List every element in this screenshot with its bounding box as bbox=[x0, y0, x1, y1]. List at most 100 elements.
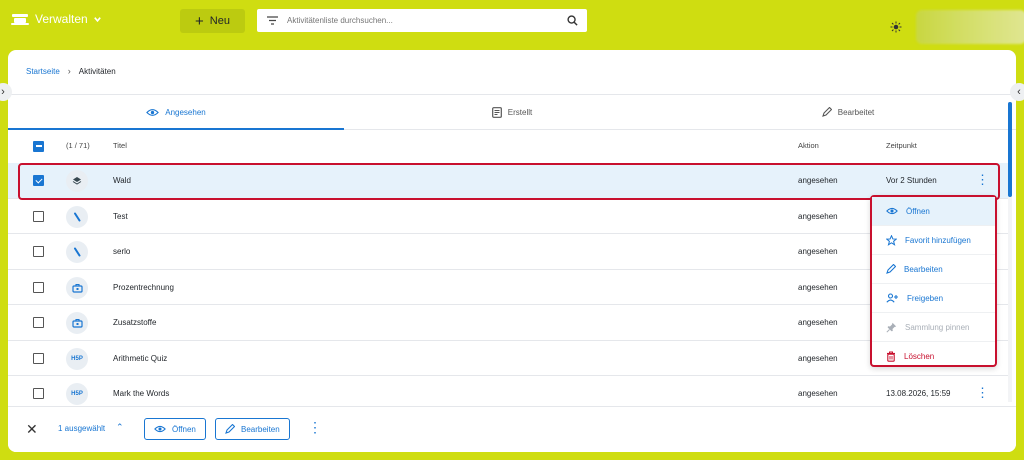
manage-label: Verwalten bbox=[35, 12, 88, 26]
pen-icon bbox=[66, 205, 88, 228]
row-title: serlo bbox=[113, 247, 131, 256]
close-icon[interactable]: ✕ bbox=[26, 421, 38, 438]
search-box[interactable] bbox=[257, 9, 587, 32]
eye-icon bbox=[886, 207, 898, 215]
menu-item-label: Sammlung pinnen bbox=[905, 322, 970, 332]
top-bar: Verwalten + Neu bbox=[0, 0, 1024, 44]
edit-button[interactable]: Bearbeiten bbox=[215, 418, 290, 440]
row-checkbox[interactable] bbox=[33, 352, 44, 364]
more-options-icon[interactable]: ⋮ bbox=[308, 419, 322, 436]
toolbox-icon bbox=[66, 312, 88, 334]
table-row[interactable]: H5P Arithmetic Quiz angesehen bbox=[8, 341, 1008, 376]
row-action: angesehen bbox=[798, 211, 838, 221]
column-title[interactable]: Titel bbox=[113, 141, 127, 150]
menu-item-label: Freigeben bbox=[907, 293, 944, 303]
row-action: angesehen bbox=[798, 282, 838, 292]
menu-item-open[interactable]: Öffnen bbox=[872, 197, 995, 226]
toolbox-icon bbox=[66, 276, 88, 299]
row-action: angesehen bbox=[798, 247, 838, 256]
row-checkbox[interactable] bbox=[33, 317, 44, 328]
pencil-icon bbox=[886, 264, 896, 274]
chevron-up-icon[interactable]: ⌃ bbox=[116, 422, 124, 433]
table-row[interactable]: Test angesehen bbox=[8, 199, 1008, 234]
menu-item-label: Öffnen bbox=[906, 206, 930, 216]
table-header: (1 / 71) Titel Aktion Zeitpunkt bbox=[8, 132, 1008, 160]
activity-tabs: Angesehen Erstellt Bearbeitet bbox=[8, 94, 1016, 130]
row-title: Arithmetic Quiz bbox=[113, 353, 168, 363]
eye-icon bbox=[154, 425, 166, 433]
table-row[interactable]: Prozentrechnung angesehen bbox=[8, 270, 1008, 305]
scrollbar[interactable] bbox=[1008, 102, 1012, 402]
menu-item-share[interactable]: Freigeben bbox=[872, 284, 995, 313]
trash-icon bbox=[887, 351, 895, 362]
table-row[interactable]: Zusatzstoffe angesehen bbox=[8, 305, 1008, 341]
breadcrumb-home-link[interactable]: Startseite bbox=[26, 67, 60, 76]
h5p-icon: H5P bbox=[66, 347, 88, 370]
menu-item-label: Löschen bbox=[904, 352, 935, 361]
menu-item-label: Favorit hinzufügen bbox=[905, 235, 971, 245]
row-checkbox[interactable] bbox=[33, 210, 44, 222]
filter-icon[interactable] bbox=[257, 16, 287, 25]
main-panel: Startseite › Aktivitäten Angesehen Erste… bbox=[8, 50, 1016, 452]
activity-list: Wald angesehen Vor 2 Stunden ⋮ Test ange… bbox=[8, 163, 1008, 412]
tab-created[interactable]: Erstellt bbox=[344, 95, 680, 129]
tab-edited-label: Bearbeitet bbox=[837, 107, 875, 117]
row-action: angesehen bbox=[798, 318, 838, 327]
pencil-icon bbox=[821, 107, 832, 117]
breadcrumb-separator-icon: › bbox=[67, 66, 71, 76]
row-context-menu: Öffnen Favorit hinzufügen Bearbeiten Fre… bbox=[870, 195, 997, 367]
row-checkbox[interactable] bbox=[33, 388, 44, 399]
user-avatar[interactable] bbox=[916, 10, 1024, 44]
row-title: Test bbox=[113, 211, 128, 221]
menu-item-pin-collection: Sammlung pinnen bbox=[872, 313, 995, 342]
column-action[interactable]: Aktion bbox=[798, 141, 819, 150]
search-icon[interactable] bbox=[557, 15, 587, 26]
document-icon bbox=[491, 106, 502, 118]
open-button[interactable]: Öffnen bbox=[144, 418, 206, 440]
row-time: 13.08.2026, 15:59 bbox=[886, 389, 951, 398]
menu-item-delete[interactable]: Löschen bbox=[872, 342, 995, 371]
tab-viewed-label: Angesehen bbox=[165, 107, 206, 117]
manage-menu[interactable]: Verwalten bbox=[10, 12, 102, 26]
row-title: Mark the Words bbox=[113, 389, 170, 398]
selection-count: (1 / 71) bbox=[66, 141, 90, 150]
row-menu-icon[interactable]: ⋮ bbox=[976, 385, 989, 401]
h5p-icon: H5P bbox=[66, 383, 88, 405]
tab-viewed[interactable]: Angesehen bbox=[8, 95, 344, 130]
share-user-icon bbox=[886, 293, 898, 303]
row-title: Prozentrechnung bbox=[113, 282, 174, 292]
table-row[interactable]: serlo angesehen bbox=[8, 234, 1008, 270]
collapse-right-button[interactable]: ‹ bbox=[1010, 83, 1024, 101]
star-icon bbox=[886, 234, 897, 246]
selection-bar: ✕ 1 ausgewählt ⌃ Öffnen Bearbeiten ⋮ bbox=[8, 406, 1016, 452]
open-button-label: Öffnen bbox=[172, 424, 196, 434]
row-action: angesehen bbox=[798, 389, 838, 398]
menu-item-add-favorite[interactable]: Favorit hinzufügen bbox=[872, 226, 995, 255]
row-checkbox[interactable] bbox=[33, 281, 44, 293]
selected-count: 1 ausgewählt bbox=[58, 424, 106, 433]
column-time[interactable]: Zeitpunkt bbox=[886, 141, 917, 150]
brightness-icon[interactable] bbox=[890, 21, 902, 33]
chevron-left-icon: ‹ bbox=[1017, 86, 1021, 98]
pencil-icon bbox=[225, 424, 235, 434]
selected-row-highlight bbox=[18, 163, 1000, 200]
row-checkbox[interactable] bbox=[33, 246, 44, 257]
top-right-area bbox=[890, 10, 1024, 44]
breadcrumb-current: Aktivitäten bbox=[78, 66, 116, 76]
tab-created-label: Erstellt bbox=[507, 107, 533, 117]
scrollbar-thumb[interactable] bbox=[1008, 102, 1012, 197]
tab-edited[interactable]: Bearbeitet bbox=[680, 95, 1016, 129]
edit-button-label: Bearbeiten bbox=[241, 424, 280, 434]
new-button-label: Neu bbox=[209, 15, 230, 27]
new-button[interactable]: + Neu bbox=[180, 9, 245, 33]
menu-item-edit[interactable]: Bearbeiten bbox=[872, 255, 995, 284]
search-input[interactable] bbox=[287, 16, 557, 25]
breadcrumb: Startseite › Aktivitäten bbox=[26, 66, 116, 76]
select-all-checkbox[interactable] bbox=[33, 141, 44, 152]
chevron-down-icon bbox=[93, 16, 101, 22]
row-action: angesehen bbox=[798, 353, 838, 363]
hat-logo-icon bbox=[11, 14, 29, 25]
row-title: Zusatzstoffe bbox=[113, 318, 157, 327]
pin-icon bbox=[886, 322, 897, 333]
chevron-right-icon: › bbox=[1, 86, 5, 98]
